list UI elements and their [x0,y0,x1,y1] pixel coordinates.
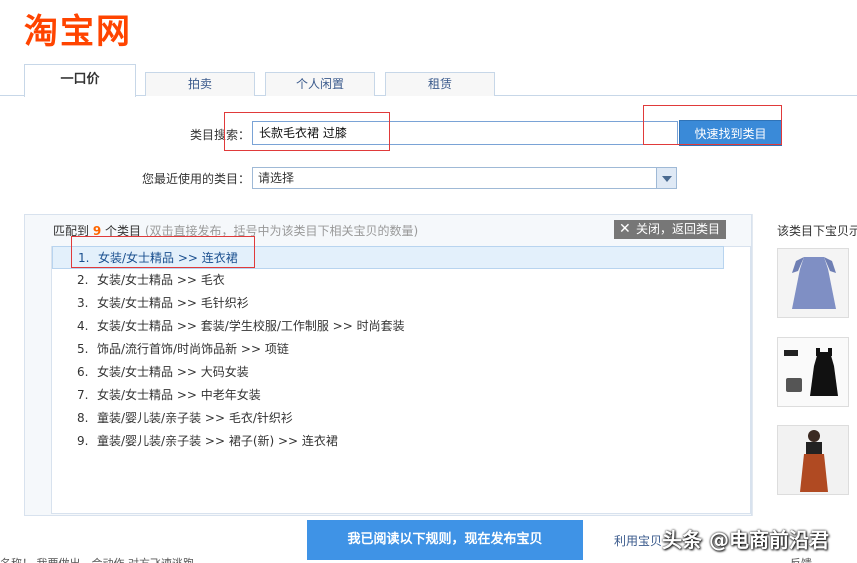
close-return-button[interactable]: ✕ 关闭，返回类目 [614,220,726,239]
product-thumbnail[interactable] [777,425,849,495]
tab-rental[interactable]: 租赁 [385,72,495,96]
side-divider [752,214,753,516]
item-number: 2. [77,273,89,287]
item-number: 3. [77,296,89,310]
taobao-logo[interactable]: 淘宝网 [24,4,132,53]
list-item[interactable]: 7. 女装/女士精品 >> 中老年女装 [52,384,724,407]
item-number: 4. [77,319,89,333]
item-text: 女装/女士精品 >> 中老年女装 [97,388,261,402]
list-item[interactable]: 2. 女装/女士精品 >> 毛衣 [52,269,724,292]
chevron-down-icon[interactable] [656,168,676,188]
tab-auction[interactable]: 拍卖 [145,72,255,96]
recent-category-label: 您最近使用的类目： [141,172,250,186]
list-item[interactable]: 8. 童装/婴儿装/亲子装 >> 毛衣/针织衫 [52,407,724,430]
dress-image [778,338,848,406]
item-number: 7. [77,388,89,402]
category-match-list: 1. 女装/女士精品 >> 连衣裙 2. 女装/女士精品 >> 毛衣 3. 女装/女士… [52,246,724,453]
item-number: 5. [77,342,89,356]
item-text: 女装/女士精品 >> 毛衣 [97,273,225,287]
recent-category-select[interactable]: 请选择 [252,167,677,189]
dress-image [778,249,848,317]
item-text: 童装/婴儿装/亲子装 >> 裙子(新) >> 连衣裙 [97,434,338,448]
close-icon: ✕ [619,221,631,237]
item-text: 女装/女士精品 >> 大码女装 [97,365,249,379]
feedback-link[interactable]: 反馈 [790,555,812,563]
dress-image [778,426,848,494]
list-item[interactable]: 5. 饰品/流行首饰/时尚饰品新 >> 项链 [52,338,724,361]
list-item[interactable]: 6. 女装/女士精品 >> 大码女装 [52,361,724,384]
side-title: 该类目下宝贝示 [777,224,857,238]
highlight-search-input [224,112,390,151]
product-thumbnail[interactable] [777,248,849,318]
close-return-label: 关闭，返回类目 [636,222,721,236]
use-item-link[interactable]: 利用宝贝 [614,532,662,549]
item-number: 8. [77,411,89,425]
tab-personal-idle[interactable]: 个人闲置 [265,72,375,96]
tab-fixed-price[interactable]: 一口价 [24,64,136,97]
publish-button[interactable]: 我已阅读以下规则，现在发布宝贝 [307,520,583,560]
listing-type-tabs: 一口价 拍卖 个人闲置 租赁 [0,64,857,97]
list-item[interactable]: 9. 童装/婴儿装/亲子装 >> 裙子(新) >> 连衣裙 [52,430,724,453]
item-number: 6. [77,365,89,379]
highlight-first-match [71,236,255,268]
item-number: 9. [77,434,89,448]
footer-text: 名称！ 我要做出…会动作 对方飞速逃跑 [0,555,194,563]
item-text: 饰品/流行首饰/时尚饰品新 >> 项链 [97,342,289,356]
product-thumbnail[interactable] [777,337,849,407]
watermark: 头条 @电商前沿君 [662,528,829,552]
recent-category-value: 请选择 [258,171,295,185]
list-item[interactable]: 4. 女装/女士精品 >> 套装/学生校服/工作制服 >> 时尚套装 [52,315,724,338]
list-item[interactable]: 3. 女装/女士精品 >> 毛针织衫 [52,292,724,315]
item-text: 女装/女士精品 >> 毛针织衫 [97,296,249,310]
item-text: 童装/婴儿装/亲子装 >> 毛衣/针织衫 [97,411,293,425]
highlight-find-button [643,105,782,145]
item-text: 女装/女士精品 >> 套装/学生校服/工作制服 >> 时尚套装 [97,319,405,333]
